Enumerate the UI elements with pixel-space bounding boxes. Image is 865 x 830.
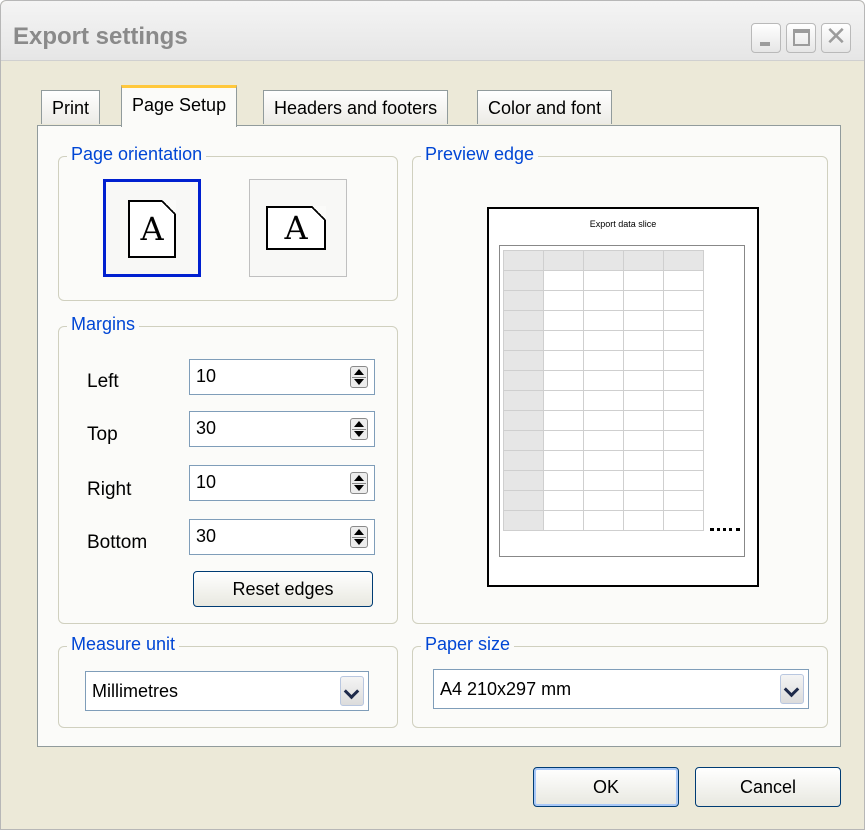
close-icon: ✕ <box>825 22 847 52</box>
top-margin-label: Top <box>87 424 118 445</box>
left-margin-value: 10 <box>196 366 217 386</box>
preview-frame <box>499 245 745 557</box>
measure-unit-group: Measure unit Millimetres <box>58 634 398 728</box>
top-margin-value: 30 <box>196 418 217 438</box>
paper-size-select[interactable]: A4 210x297 mm <box>433 669 809 709</box>
paper-size-value: A4 210x297 mm <box>440 679 572 699</box>
measure-unit-value: Millimetres <box>92 681 179 701</box>
minimize-button[interactable] <box>751 23 781 53</box>
margins-group: Margins Left 10 Top 30 Right 10 Bottom 3… <box>58 314 398 624</box>
preview-edge-group: Preview edge Export data slice <box>412 144 828 624</box>
preview-table <box>503 250 704 531</box>
measure-unit-select[interactable]: Millimetres <box>85 671 369 711</box>
page-setup-panel: Page orientation A A Margins Left 10 Top… <box>37 125 841 747</box>
export-settings-dialog: Export settings ✕ Print Page Setup Heade… <box>0 0 865 830</box>
chevron-down-icon[interactable] <box>780 674 804 704</box>
tab-page-setup[interactable]: Page Setup <box>121 85 238 127</box>
tab-headers-and-footers[interactable]: Headers and footers <box>263 90 449 124</box>
page-orientation-group: Page orientation A A <box>58 144 398 301</box>
preview-page-number <box>710 528 740 532</box>
right-margin-label: Right <box>87 479 132 500</box>
cancel-button[interactable]: Cancel <box>695 767 841 807</box>
left-margin-input[interactable]: 10 <box>189 359 375 395</box>
margins-label: Margins <box>67 314 140 335</box>
preview-edge-label: Preview edge <box>421 144 539 165</box>
bottom-margin-label: Bottom <box>87 532 148 553</box>
top-margin-input[interactable]: 30 <box>189 411 375 447</box>
chevron-down-icon[interactable] <box>340 676 364 706</box>
left-margin-spin-buttons[interactable] <box>350 366 368 388</box>
bottom-margin-spin-buttons[interactable] <box>350 526 368 548</box>
left-margin-label: Left <box>87 371 119 392</box>
minimize-icon <box>760 42 770 46</box>
preview-page: Export data slice <box>487 207 759 587</box>
tab-print[interactable]: Print <box>41 90 101 124</box>
top-margin-spin-buttons[interactable] <box>350 418 368 440</box>
preview-page-title: Export data slice <box>589 219 657 229</box>
reset-edges-button[interactable]: Reset edges <box>193 571 373 607</box>
portrait-page-icon: A <box>128 200 176 258</box>
landscape-page-icon: A <box>266 206 326 250</box>
measure-unit-label: Measure unit <box>67 634 180 655</box>
landscape-orientation-button[interactable]: A <box>249 179 347 277</box>
title-bar[interactable]: Export settings ✕ <box>1 1 864 61</box>
window-title: Export settings <box>13 23 188 50</box>
page-orientation-label: Page orientation <box>67 144 207 165</box>
close-button[interactable]: ✕ <box>821 22 851 53</box>
right-margin-spin-buttons[interactable] <box>350 472 368 494</box>
bottom-margin-input[interactable]: 30 <box>189 519 375 555</box>
right-margin-value: 10 <box>196 472 217 492</box>
maximize-button[interactable] <box>786 23 816 53</box>
paper-size-label: Paper size <box>421 634 515 655</box>
paper-size-group: Paper size A4 210x297 mm <box>412 634 828 728</box>
tab-color-and-font[interactable]: Color and font <box>477 90 613 124</box>
ok-button[interactable]: OK <box>533 767 679 807</box>
bottom-margin-value: 30 <box>196 526 217 546</box>
maximize-icon <box>793 29 810 46</box>
portrait-orientation-button[interactable]: A <box>103 179 201 277</box>
right-margin-input[interactable]: 10 <box>189 465 375 501</box>
